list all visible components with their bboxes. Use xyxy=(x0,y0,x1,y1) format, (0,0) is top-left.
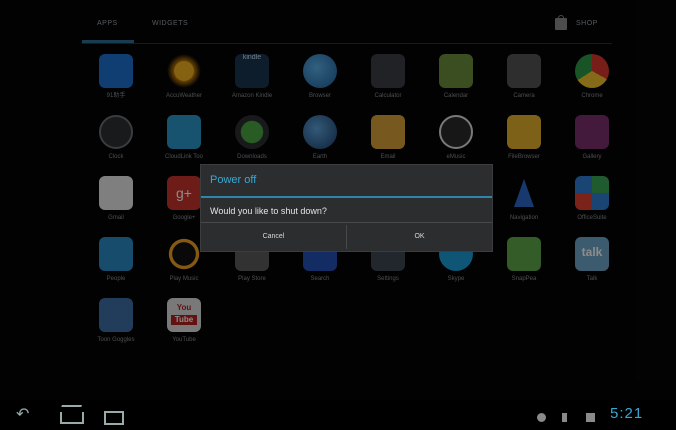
dialog-title-divider xyxy=(201,196,492,198)
dialog-message: Would you like to shut down? xyxy=(210,206,327,216)
power-off-dialog: Power off Would you like to shut down? C… xyxy=(201,165,492,251)
status-clock: 5:21 xyxy=(610,405,644,422)
dialog-title: Power off xyxy=(210,174,257,186)
cancel-button[interactable]: Cancel xyxy=(201,223,346,251)
android-debug-icon xyxy=(537,413,546,422)
home-icon[interactable] xyxy=(60,412,84,424)
back-icon[interactable]: ↶ xyxy=(16,406,29,424)
usb-icon xyxy=(562,413,567,422)
ok-button[interactable]: OK xyxy=(347,223,492,251)
app-drawer-screen: APPS WIDGETS SHOP 91助手 AccuWeather kindl… xyxy=(0,0,676,430)
recent-apps-icon[interactable] xyxy=(104,411,124,425)
signal-icon xyxy=(586,413,595,422)
system-navigation-bar: ↶ xyxy=(0,400,676,430)
